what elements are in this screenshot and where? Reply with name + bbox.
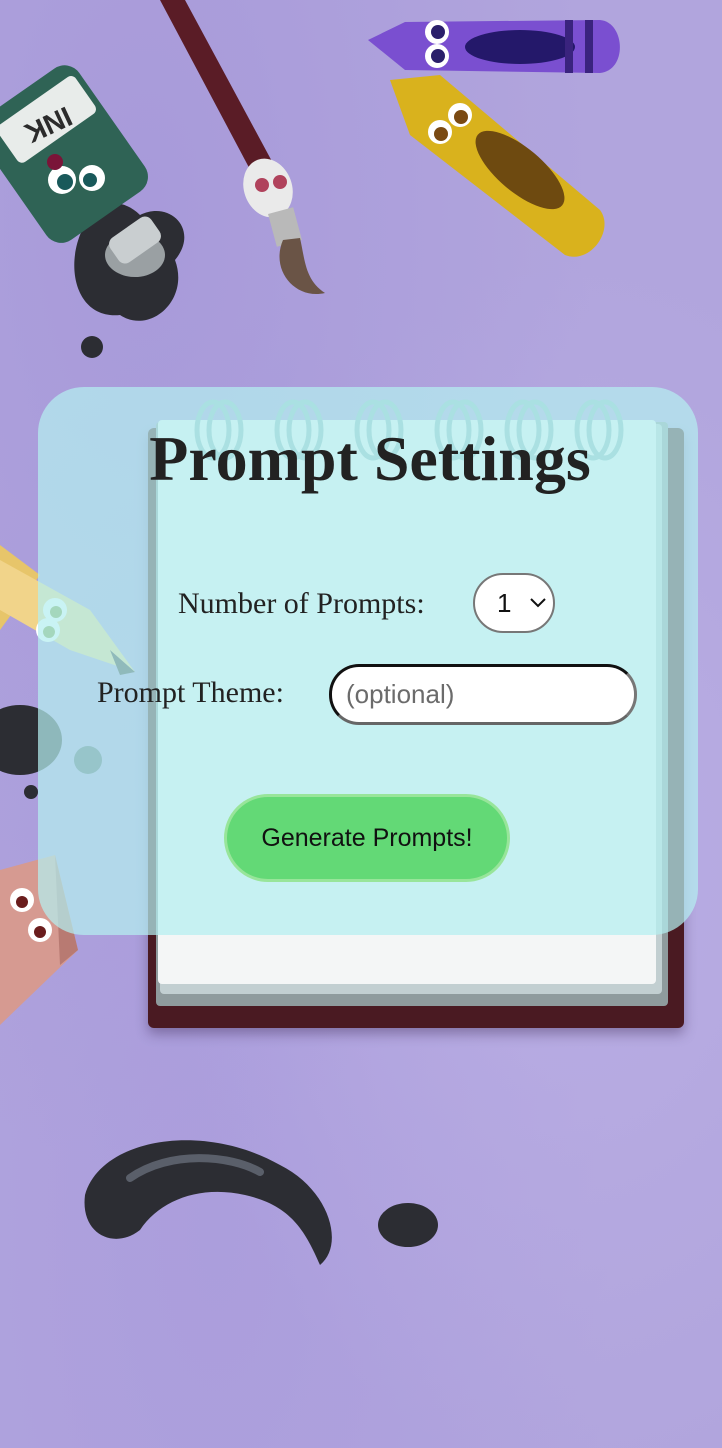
prompt-count-label: Number of Prompts:: [178, 587, 425, 620]
ink-splash-icon: [84, 1140, 438, 1265]
generate-prompts-button[interactable]: Generate Prompts!: [224, 794, 510, 882]
chevron-down-icon: [530, 598, 546, 608]
purple-crayon-icon: [368, 20, 620, 73]
page-title: Prompt Settings: [149, 423, 591, 494]
prompt-count-value: 1: [497, 588, 512, 618]
prompt-theme-input[interactable]: [329, 664, 637, 725]
prompt-theme-label: Prompt Theme:: [97, 676, 284, 709]
paintbrush-icon: [160, 0, 325, 295]
yellow-crayon-icon: [390, 75, 605, 257]
prompt-count-select[interactable]: 1: [473, 573, 555, 633]
ink-bottle-icon: INK: [0, 65, 185, 358]
